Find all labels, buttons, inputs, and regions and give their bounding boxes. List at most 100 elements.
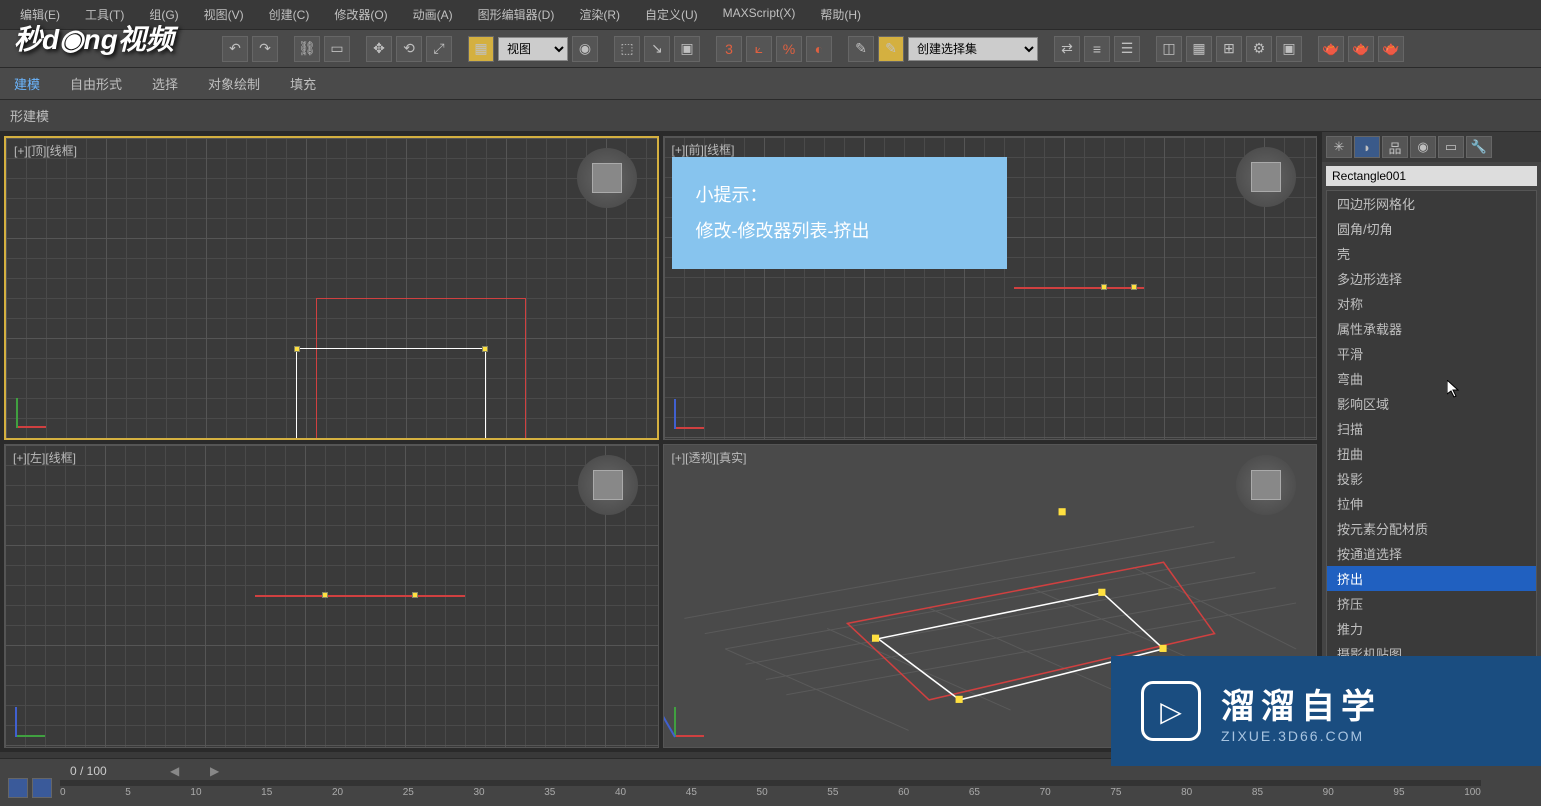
modifier-item[interactable]: 挤压 (1327, 591, 1536, 616)
menu-help[interactable]: 帮助(H) (820, 6, 861, 23)
angle-snap-button[interactable]: ↘ (644, 36, 670, 62)
hierarchy-tab[interactable]: 品 (1382, 136, 1408, 158)
snap-button[interactable]: ⬚ (614, 36, 640, 62)
viewcube-icon[interactable] (1236, 147, 1296, 207)
percent-button[interactable]: % (776, 36, 802, 62)
viewcube-icon[interactable] (577, 148, 637, 208)
axis-gizmo-icon (15, 697, 55, 737)
ref-coord-button[interactable]: ▦ (468, 36, 494, 62)
render-setup-button[interactable]: ⚙ (1246, 36, 1272, 62)
modifier-item[interactable]: 按通道选择 (1327, 541, 1536, 566)
modifier-item[interactable]: 按元素分配材质 (1327, 516, 1536, 541)
modifier-item-extrude[interactable]: 挤出 (1327, 566, 1536, 591)
axis-gizmo-icon (674, 697, 714, 737)
modifier-item[interactable]: 平滑 (1327, 341, 1536, 366)
align-button[interactable]: ≡ (1084, 36, 1110, 62)
scale-button[interactable]: ⤢ (426, 36, 452, 62)
motion-tab[interactable]: ◉ (1410, 136, 1436, 158)
menu-view[interactable]: 视图(V) (204, 6, 244, 23)
create-tab[interactable]: ✳ (1326, 136, 1352, 158)
modifier-item[interactable]: 壳 (1327, 241, 1536, 266)
viewport-front[interactable]: [+][前][线框] 小提示： 修改-修改器列表-挤出 (663, 136, 1318, 440)
viewcube-icon[interactable] (578, 455, 638, 515)
schematic-button[interactable]: ▦ (1186, 36, 1212, 62)
move-button[interactable]: ✥ (366, 36, 392, 62)
render-iter-button[interactable]: 🫖 (1348, 36, 1374, 62)
menu-maxscript[interactable]: MAXScript(X) (723, 6, 796, 23)
time-slider[interactable] (60, 780, 1481, 786)
object-name-field[interactable]: Rectangle001 (1326, 166, 1537, 186)
modifier-item[interactable]: 对称 (1327, 291, 1536, 316)
video-logo: 秒d◉ng视频 (14, 18, 174, 58)
utilities-tab[interactable]: 🔧 (1466, 136, 1492, 158)
viewport-front-label[interactable]: [+][前][线框] (672, 141, 735, 158)
shape-line (1014, 287, 1144, 289)
modify-tab[interactable]: ◗ (1354, 136, 1380, 158)
watermark-url: ZIXUE.3D66.COM (1221, 728, 1381, 744)
viewport-left-label[interactable]: [+][左][线框] (13, 449, 76, 466)
view-mode-select[interactable]: 视图 (498, 37, 568, 61)
tip-body: 修改-修改器列表-挤出 (696, 213, 983, 249)
timeline-config-button[interactable] (8, 778, 28, 798)
modifier-item[interactable]: 扭曲 (1327, 441, 1536, 466)
ribbon-tab-selection[interactable]: 选择 (152, 74, 178, 93)
viewport-left[interactable]: [+][左][线框] (4, 444, 659, 748)
select-link-button[interactable]: ⛓ (294, 36, 320, 62)
menu-graph-editors[interactable]: 图形编辑器(D) (478, 6, 555, 23)
modifier-item[interactable]: 圆角/切角 (1327, 216, 1536, 241)
edit-named-button[interactable]: ✎ (848, 36, 874, 62)
curve-editor-button[interactable]: ◫ (1156, 36, 1182, 62)
ribbon-panel-label: 形建模 (0, 100, 1541, 132)
modifier-item[interactable]: 属性承载器 (1327, 316, 1536, 341)
tooltip-overlay: 小提示： 修改-修改器列表-挤出 (672, 157, 1007, 269)
named-selection-button[interactable]: ✎ (878, 36, 904, 62)
ribbon-tab-modeling[interactable]: 建模 (14, 74, 40, 93)
ribbon-tab-object-paint[interactable]: 对象绘制 (208, 74, 260, 93)
axis-gizmo-icon (16, 388, 56, 428)
timeline-key-button[interactable] (32, 778, 52, 798)
viewport-top-label[interactable]: [+][顶][线框] (14, 142, 77, 159)
viewport-perspective-label[interactable]: [+][透视][真实] (672, 449, 747, 466)
shape-rect-white[interactable] (296, 348, 486, 440)
snap-3d-button[interactable]: 3 (716, 36, 742, 62)
menu-create[interactable]: 创建(C) (269, 6, 310, 23)
modifier-item[interactable]: 影响区域 (1327, 391, 1536, 416)
spinner-snap-button[interactable]: ◐ (806, 36, 832, 62)
selection-set-select[interactable]: 创建选择集 (908, 37, 1038, 61)
mirror-button[interactable]: ⇄ (1054, 36, 1080, 62)
menu-bar: 编辑(E) 工具(T) 组(G) 视图(V) 创建(C) 修改器(O) 动画(A… (0, 0, 1541, 30)
angle-button[interactable]: ⟀ (746, 36, 772, 62)
use-pivot-button[interactable]: ◉ (572, 36, 598, 62)
percent-snap-button[interactable]: ▣ (674, 36, 700, 62)
modifier-item[interactable]: 四边形网格化 (1327, 191, 1536, 216)
render-prod-button[interactable]: 🫖 (1318, 36, 1344, 62)
ribbon-tab-freeform[interactable]: 自由形式 (70, 74, 122, 93)
render-frame-button[interactable]: ▣ (1276, 36, 1302, 62)
display-tab[interactable]: ▭ (1438, 136, 1464, 158)
modifier-item[interactable]: 多边形选择 (1327, 266, 1536, 291)
tip-title: 小提示： (696, 177, 983, 213)
layers-button[interactable]: ☰ (1114, 36, 1140, 62)
render-active-button[interactable]: 🫖 (1378, 36, 1404, 62)
modifier-item[interactable]: 弯曲 (1327, 366, 1536, 391)
undo-button[interactable]: ↶ (222, 36, 248, 62)
command-panel-tabs: ✳ ◗ 品 ◉ ▭ 🔧 (1322, 132, 1541, 162)
ribbon-tabs: 建模 自由形式 选择 对象绘制 填充 (0, 68, 1541, 100)
axis-gizmo-icon (674, 389, 714, 429)
modifier-item[interactable]: 拉伸 (1327, 491, 1536, 516)
main-toolbar: ↶ ↷ ⛓ ▭ ✥ ⟲ ⤢ ▦ 视图 ◉ ⬚ ↘ ▣ 3 ⟀ % ◐ ✎ ✎ 创… (0, 30, 1541, 68)
ribbon-tab-populate[interactable]: 填充 (290, 74, 316, 93)
menu-customize[interactable]: 自定义(U) (645, 6, 698, 23)
menu-animation[interactable]: 动画(A) (413, 6, 453, 23)
viewport-top[interactable]: [+][顶][线框] (4, 136, 659, 440)
rotate-button[interactable]: ⟲ (396, 36, 422, 62)
modifier-item[interactable]: 扫描 (1327, 416, 1536, 441)
selection-region-button[interactable]: ▭ (324, 36, 350, 62)
watermark: ▷ 溜溜自学 ZIXUE.3D66.COM (1111, 656, 1541, 766)
material-editor-button[interactable]: ⊞ (1216, 36, 1242, 62)
menu-render[interactable]: 渲染(R) (579, 6, 620, 23)
redo-button[interactable]: ↷ (252, 36, 278, 62)
modifier-item[interactable]: 投影 (1327, 466, 1536, 491)
modifier-item[interactable]: 推力 (1327, 616, 1536, 641)
menu-modifiers[interactable]: 修改器(O) (334, 6, 387, 23)
